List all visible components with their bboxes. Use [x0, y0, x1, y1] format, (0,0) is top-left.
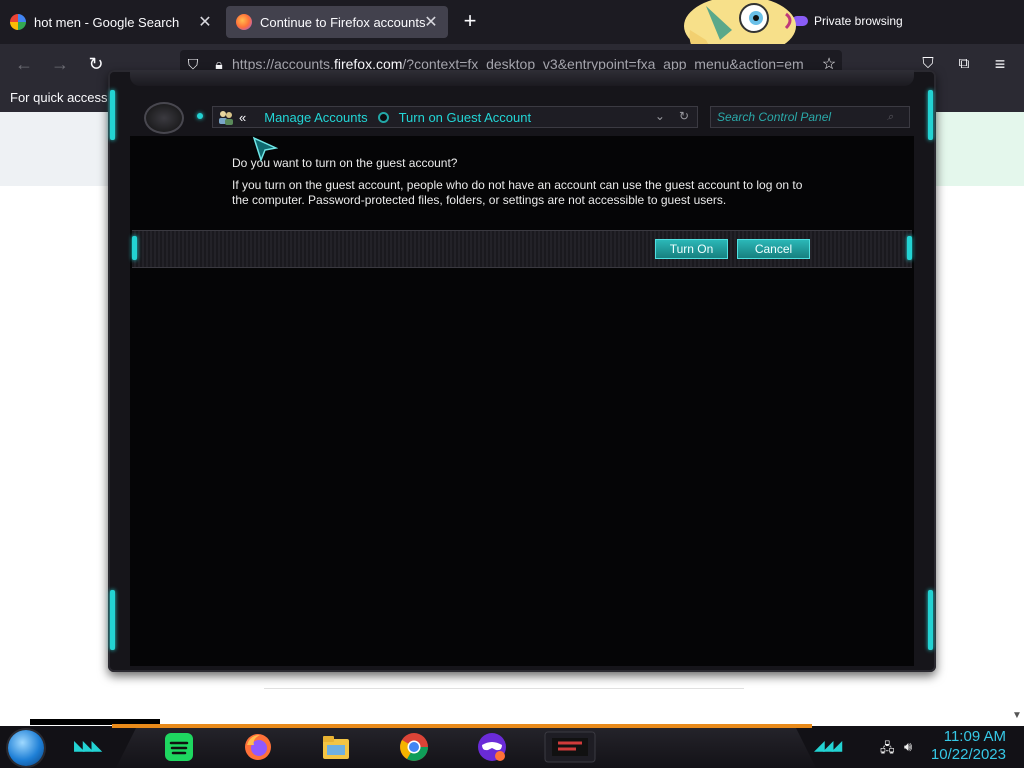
turn-on-button[interactable]: Turn On — [655, 239, 728, 259]
private-browsing-icon[interactable] — [476, 731, 508, 763]
tab-title: hot men - Google Search — [34, 14, 180, 30]
taskbar-orange-line — [112, 724, 812, 728]
window-edge-glow — [928, 590, 933, 650]
menu-hamburger-icon[interactable]: ≡ — [988, 52, 1012, 76]
window-edge-glow — [110, 590, 115, 650]
user-accounts-icon — [219, 111, 233, 125]
breadcrumb-back-icon[interactable]: « — [239, 110, 246, 125]
strip-edge-glow — [907, 236, 912, 260]
taskbar-deco-chevrons: ◣◣◣ — [74, 737, 102, 753]
nav-dot-icon — [197, 113, 203, 119]
tab-google-search[interactable]: hot men - Google Search ✕ — [0, 6, 222, 38]
mouse-cursor-icon — [252, 136, 278, 162]
control-panel-address-bar[interactable]: « Manage Accounts Turn on Guest Account … — [212, 106, 698, 128]
new-tab-button[interactable]: + — [458, 8, 482, 34]
google-icon — [10, 14, 26, 30]
file-explorer-icon[interactable] — [320, 731, 352, 763]
breadcrumb-turn-on-guest-account[interactable]: Turn on Guest Account — [399, 110, 531, 125]
close-tab-icon[interactable]: ✕ — [422, 12, 440, 32]
private-browsing-label: Private browsing — [814, 14, 903, 28]
network-icon[interactable]: 🖧︎ — [880, 739, 895, 761]
control-panel-search[interactable]: ⌕ — [710, 106, 910, 128]
window-edge-glow — [110, 90, 115, 140]
search-icon[interactable]: ⌕ — [887, 107, 893, 127]
clock-date: 10/22/2023 — [930, 746, 1006, 763]
firefox-icon — [236, 14, 252, 30]
spotify-icon[interactable] — [163, 731, 195, 763]
taskbar-clock[interactable]: 11:09 AM 10/22/2023 — [930, 728, 1006, 764]
refresh-icon[interactable]: ↻ — [679, 109, 689, 123]
tab-firefox-accounts[interactable]: Continue to Firefox accounts ✕ — [226, 6, 448, 38]
taskbar-deco-chevrons: ◢◢◢ — [814, 737, 842, 753]
strip-edge-glow — [132, 236, 137, 260]
taskbar-center-panel — [116, 726, 816, 768]
control-panel-content — [130, 136, 914, 666]
close-tab-icon[interactable]: ✕ — [196, 12, 214, 32]
start-button[interactable] — [8, 730, 44, 766]
cancel-button[interactable]: Cancel — [737, 239, 810, 259]
forward-arrow-icon[interactable]: → — [48, 52, 72, 76]
control-panel-taskbar-icon[interactable] — [544, 731, 596, 763]
breadcrumb-separator-icon — [377, 111, 389, 123]
back-arrow-icon[interactable]: ← — [12, 52, 36, 76]
tab-title: Continue to Firefox accounts — [260, 14, 426, 30]
window-edge-glow — [928, 90, 933, 140]
chrome-icon[interactable] — [398, 731, 430, 763]
bookmark-hint-text: For quick access, p — [10, 90, 122, 105]
window-top-decoration — [130, 70, 914, 86]
guest-account-description: If you turn on the guest account, people… — [232, 178, 803, 207]
clock-time: 11:09 AM — [943, 728, 1006, 745]
extensions-icon[interactable]: ⧉ — [952, 52, 976, 76]
search-input[interactable] — [717, 110, 887, 124]
breadcrumb-manage-accounts[interactable]: Manage Accounts — [264, 110, 367, 125]
dropdown-chevron-icon[interactable]: ⌄ — [655, 109, 665, 123]
reload-icon[interactable]: ↻ — [84, 52, 108, 76]
firefox-icon[interactable] — [242, 731, 274, 763]
browser-tab-bar: hot men - Google Search ✕ Continue to Fi… — [0, 0, 1024, 44]
window-orb-icon — [144, 102, 184, 134]
private-browsing-indicator: Private browsing — [792, 14, 903, 28]
scroll-down-icon[interactable]: ▼ — [1012, 710, 1022, 721]
volume-icon[interactable]: 🔊︎ — [904, 739, 912, 755]
